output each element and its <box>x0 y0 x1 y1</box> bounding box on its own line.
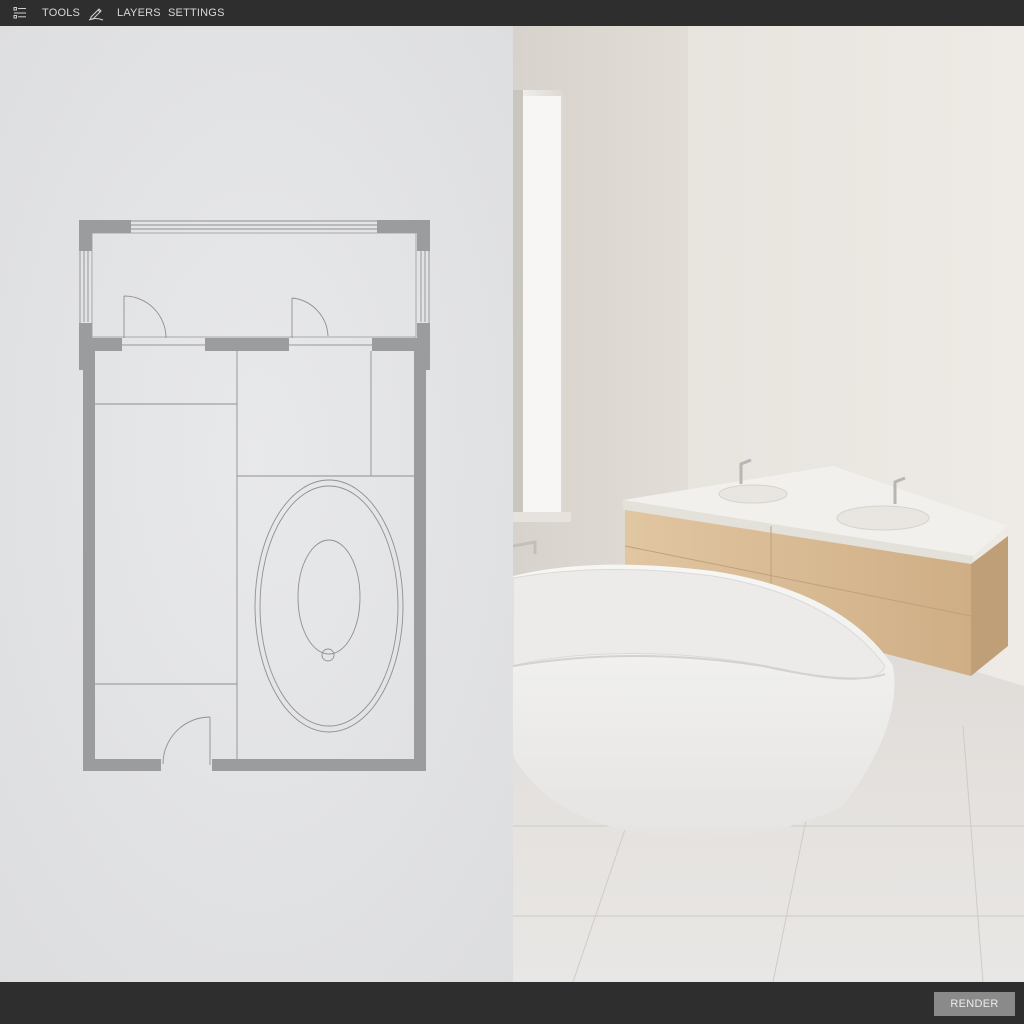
tools-menu-label: TOOLS <box>42 7 81 19</box>
tools-menu[interactable]: TOOLS <box>12 0 80 26</box>
settings-menu-label: SETTINGS <box>168 7 225 19</box>
window <box>513 90 571 522</box>
settings-menu[interactable]: SETTINGS <box>168 0 225 26</box>
layers-menu-label: LAYERS <box>117 7 161 19</box>
workspace <box>0 26 1024 982</box>
render-button[interactable]: RENDER <box>934 992 1015 1016</box>
floor-plan-canvas[interactable] <box>0 26 513 982</box>
pencil-icon <box>88 5 104 21</box>
layers-menu[interactable]: LAYERS <box>88 0 161 26</box>
render-preview[interactable] <box>513 26 1024 982</box>
floor-plan-drawing <box>0 26 513 982</box>
bottom-toolbar: RENDER <box>0 982 1024 1024</box>
tools-list-icon <box>12 5 28 21</box>
bathroom-render-image <box>513 26 1024 982</box>
top-toolbar: TOOLS LAYERS SETTINGS <box>0 0 1024 26</box>
